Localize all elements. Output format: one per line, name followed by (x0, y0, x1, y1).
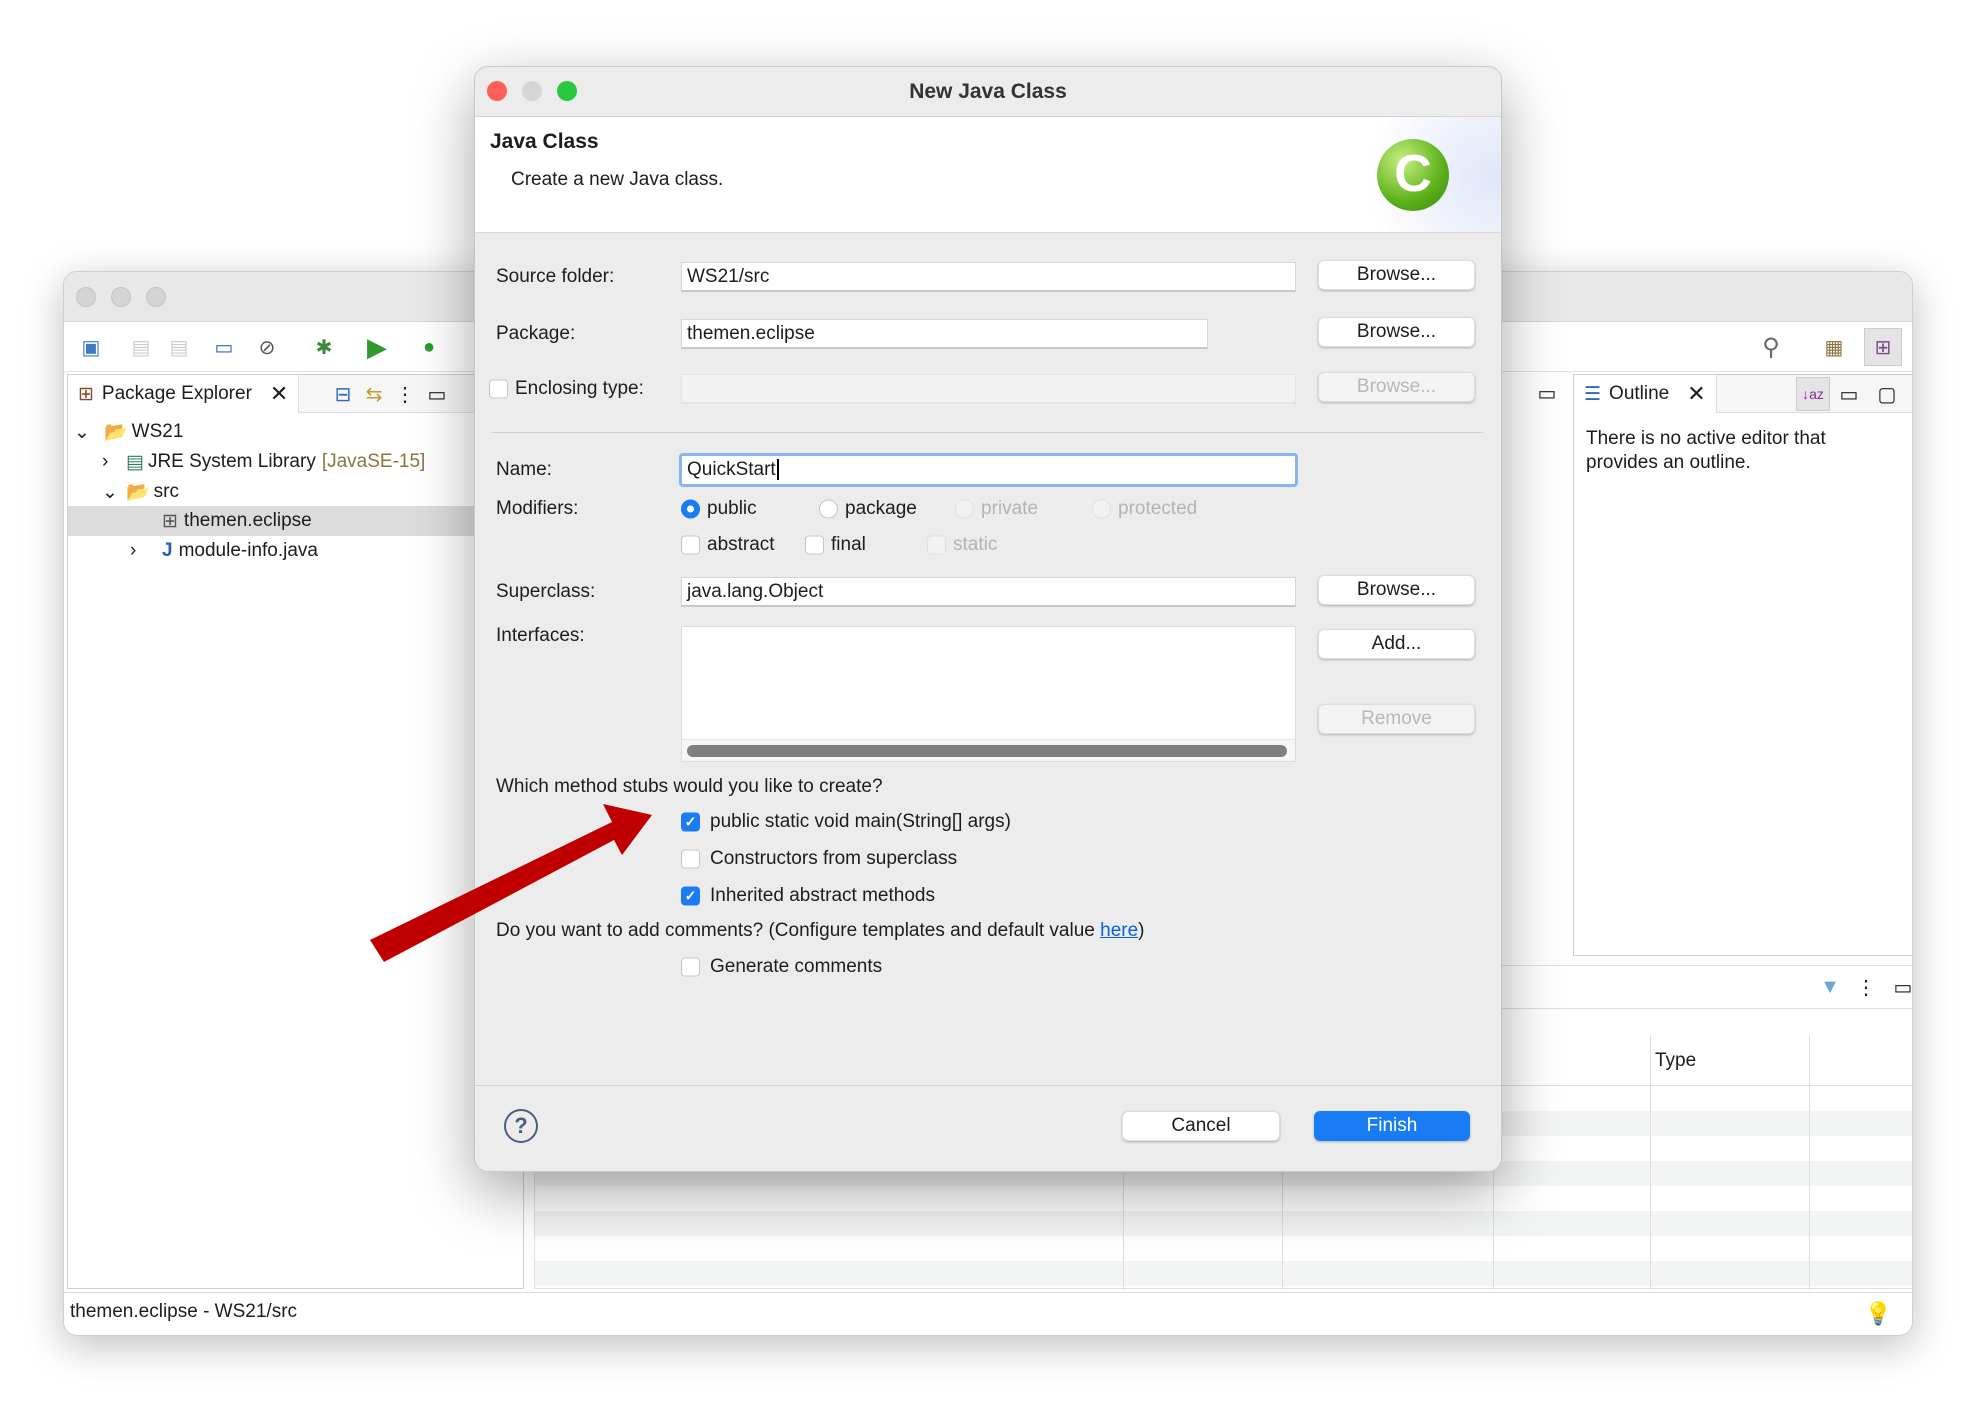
annotation-arrow (370, 804, 652, 962)
red-arrow-icon (370, 804, 652, 962)
